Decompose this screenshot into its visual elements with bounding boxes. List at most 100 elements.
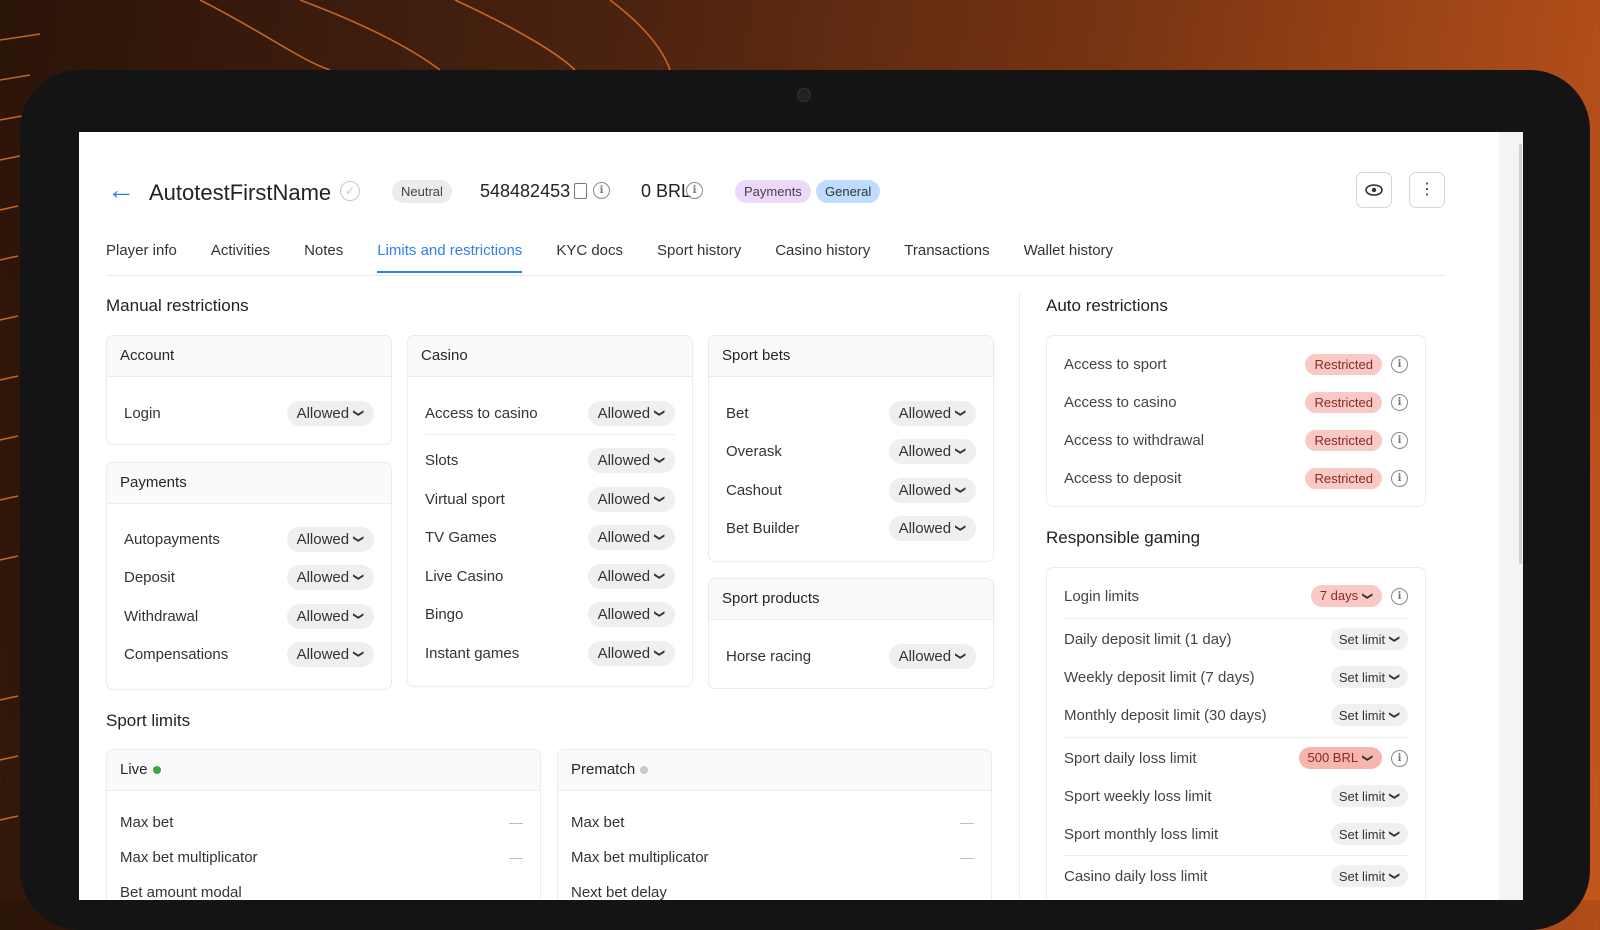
restriction-dropdown[interactable]: Allowed ❯ [587, 400, 675, 426]
auto-restrictions-card: Access to sport Restricted i Access to cas… [1046, 335, 1426, 507]
info-icon[interactable]: i [1391, 749, 1408, 767]
responsible-gaming-title: Responsible gaming [1046, 528, 1201, 547]
restriction-dropdown[interactable]: Allowed ❯ [286, 526, 374, 552]
restriction-label: Bet Builder [726, 519, 800, 537]
card-title-text: Live [120, 761, 148, 778]
restriction-row: TV Games Allowed ❯ [408, 523, 692, 551]
divider [1064, 618, 1408, 619]
tab-casino-history[interactable]: Casino history [775, 242, 870, 273]
restriction-dropdown[interactable]: Allowed ❯ [888, 438, 976, 464]
chevron-down-icon: ❯ [352, 611, 365, 621]
info-icon[interactable]: i [1391, 469, 1408, 487]
auto-restriction-row: Access to casino Restricted i [1047, 388, 1425, 416]
status-badge: Neutral [392, 180, 452, 203]
view-button[interactable] [1356, 172, 1392, 208]
more-menu-button[interactable]: ⋮ [1409, 172, 1445, 208]
tab-notes[interactable]: Notes [304, 242, 343, 273]
restriction-label: Cashout [726, 481, 782, 499]
scrollbar-thumb[interactable] [1519, 144, 1522, 564]
restriction-dropdown[interactable]: Allowed ❯ [587, 601, 675, 627]
rg-limit-dropdown[interactable]: 7 days ❯ [1310, 585, 1382, 607]
restriction-label: Bingo [425, 605, 464, 623]
restriction-dropdown[interactable]: Allowed ❯ [587, 563, 675, 589]
set-limit-button[interactable]: Set limit ❯ [1330, 666, 1408, 688]
restriction-label: Live Casino [425, 567, 504, 585]
tab-limits-and-restrictions[interactable]: Limits and restrictions [377, 242, 523, 273]
rg-limit-label: Sport monthly loss limit [1064, 825, 1219, 843]
restriction-label: Autopayments [124, 530, 220, 548]
info-icon[interactable]: i [1391, 393, 1408, 411]
auto-restriction-row: Access to deposit Restricted i [1047, 464, 1425, 492]
tab-sport-history[interactable]: Sport history [657, 242, 741, 273]
back-arrow-icon[interactable]: ← [107, 176, 135, 204]
sport-limits-title: Sport limits [106, 711, 191, 730]
restriction-dropdown[interactable]: Allowed ❯ [587, 447, 675, 473]
limit-value[interactable]: — [509, 849, 523, 865]
rg-limit-row: Sport daily loss limit 500 BRL ❯ i [1047, 744, 1425, 772]
tab-kyc-docs[interactable]: KYC docs [556, 242, 623, 273]
tab-wallet-history[interactable]: Wallet history [1024, 242, 1113, 273]
restriction-dropdown[interactable]: Allowed ❯ [286, 564, 374, 590]
chevron-down-icon: ❯ [954, 523, 967, 533]
set-limit-button[interactable]: Set limit ❯ [1330, 823, 1408, 845]
dropdown-value: 500 BRL [1307, 750, 1359, 765]
copy-icon[interactable] [574, 183, 587, 199]
set-limit-button[interactable]: Set limit ❯ [1330, 865, 1408, 887]
restriction-dropdown[interactable]: Allowed ❯ [286, 641, 374, 667]
player-name: AutotestFirstName [149, 180, 332, 205]
dropdown-value: Set limit [1338, 868, 1386, 884]
rg-limit-row: Sport weekly loss limit Set limit ❯ [1047, 782, 1425, 810]
restriction-dropdown[interactable]: Allowed ❯ [587, 640, 675, 666]
tab-player-info[interactable]: Player info [106, 242, 177, 273]
set-limit-button[interactable]: Set limit ❯ [1330, 704, 1408, 726]
chevron-down-icon: ❯ [653, 532, 666, 542]
tab-transactions[interactable]: Transactions [904, 242, 989, 273]
tab-activities[interactable]: Activities [211, 242, 270, 273]
limit-value[interactable]: — [960, 849, 974, 865]
set-limit-button[interactable]: Set limit ❯ [1330, 785, 1408, 807]
restriction-dropdown[interactable]: Allowed ❯ [888, 477, 976, 503]
restriction-dropdown[interactable]: Allowed ❯ [888, 400, 976, 426]
info-icon[interactable]: i [593, 182, 610, 199]
restriction-dropdown[interactable]: Allowed ❯ [587, 524, 675, 550]
info-icon[interactable]: i [1391, 431, 1408, 449]
chevron-down-icon: ❯ [1388, 829, 1401, 839]
restriction-dropdown[interactable]: Allowed ❯ [286, 400, 374, 426]
restriction-label: Deposit [124, 568, 175, 586]
restriction-dropdown[interactable]: Allowed ❯ [286, 603, 374, 629]
scrollbar[interactable] [1499, 132, 1523, 900]
limit-row: Bet amount modal [107, 878, 540, 901]
dropdown-value: Allowed [597, 490, 651, 508]
limit-label: Max bet [571, 813, 625, 831]
rg-limit-dropdown[interactable]: 500 BRL ❯ [1298, 747, 1382, 769]
auto-restriction-row: Access to sport Restricted i [1047, 350, 1425, 378]
restriction-label: Overask [726, 442, 782, 460]
info-icon[interactable]: i [1391, 355, 1408, 373]
set-limit-button[interactable]: Set limit ❯ [1330, 628, 1408, 650]
chevron-down-icon: ❯ [1361, 591, 1374, 601]
chevron-down-icon: ❯ [1388, 791, 1401, 801]
restriction-dropdown[interactable]: Allowed ❯ [587, 486, 675, 512]
restriction-dropdown[interactable]: Allowed ❯ [888, 643, 976, 669]
card-title: Sport bets [709, 336, 993, 377]
info-icon[interactable]: i [1391, 587, 1408, 605]
dropdown-value: Set limit [1338, 826, 1386, 842]
restriction-label: Virtual sport [425, 490, 505, 508]
limit-row: Next bet delay [558, 878, 991, 901]
restriction-dropdown[interactable]: Allowed ❯ [888, 515, 976, 541]
restricted-badge: Restricted [1305, 467, 1382, 489]
dropdown-value: Set limit [1338, 631, 1386, 647]
restriction-row: Bet Builder Allowed ❯ [709, 514, 993, 542]
rg-limit-row: Daily deposit limit (1 day) Set limit ❯ [1047, 625, 1425, 653]
limit-value[interactable]: — [509, 814, 523, 830]
restriction-label: Access to casino [425, 404, 538, 422]
rg-limit-label: Weekly deposit limit (7 days) [1064, 668, 1255, 686]
responsible-gaming-card: Login limits 7 days ❯ i Daily deposit limit… [1046, 567, 1426, 900]
dropdown-value: Allowed [898, 519, 952, 537]
restriction-row: Horse racing Allowed ❯ [709, 642, 993, 670]
rg-limit-row: Login limits 7 days ❯ i [1047, 582, 1425, 610]
chevron-down-icon: ❯ [954, 446, 967, 456]
info-icon[interactable]: i [686, 182, 703, 199]
limit-value[interactable]: — [960, 814, 974, 830]
chevron-down-icon: ❯ [653, 609, 666, 619]
